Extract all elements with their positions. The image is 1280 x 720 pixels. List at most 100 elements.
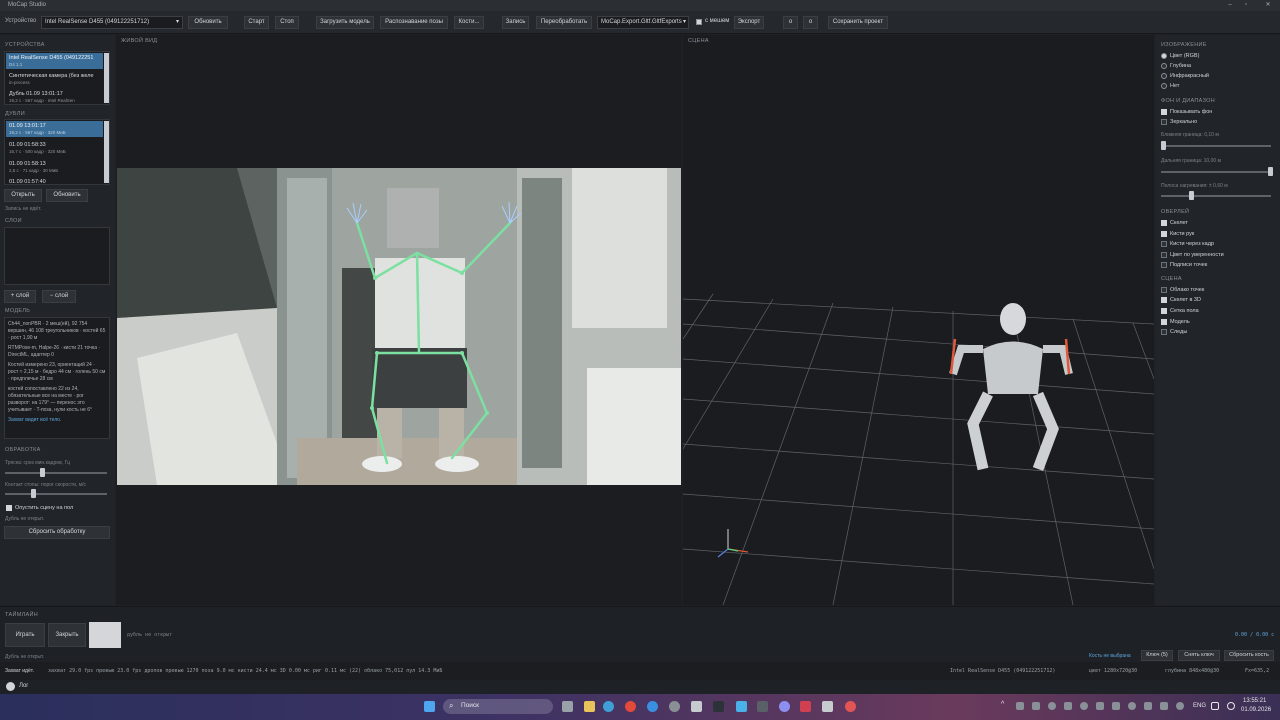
browser-icon[interactable]: [647, 701, 658, 712]
log-bar[interactable]: Лог: [0, 680, 1280, 694]
remove-layer-button[interactable]: − слой: [42, 290, 76, 303]
band-slider-thumb[interactable]: [1189, 191, 1194, 200]
devices-scrollbar[interactable]: [104, 53, 109, 103]
image-rgb-radio[interactable]: [1161, 53, 1167, 59]
minimize-icon[interactable]: –: [1222, 0, 1238, 11]
scene-grid-checkbox[interactable]: [1161, 308, 1167, 314]
refresh-takes-button[interactable]: Обновить: [46, 189, 88, 202]
mocap-studio-icon[interactable]: [845, 701, 856, 712]
tray-icon[interactable]: [1144, 702, 1152, 710]
slider2-track[interactable]: [5, 493, 107, 495]
near-slider-track[interactable]: [1161, 145, 1271, 147]
edge-icon[interactable]: [603, 701, 614, 712]
tray-icon[interactable]: [1048, 702, 1056, 710]
explorer-icon[interactable]: [584, 701, 595, 712]
overlay-confidence-checkbox[interactable]: [1161, 252, 1167, 258]
start-button[interactable]: Старт: [244, 16, 269, 29]
close-take-button[interactable]: Закрыть: [48, 623, 86, 647]
overlay-point-labels-checkbox[interactable]: [1161, 262, 1167, 268]
tray-icon[interactable]: [1096, 702, 1104, 710]
list-item[interactable]: 01.09 01:57:40: [6, 177, 103, 185]
tray-icon[interactable]: [1032, 702, 1040, 710]
near-slider-thumb[interactable]: [1161, 141, 1166, 150]
image-none-radio[interactable]: [1161, 83, 1167, 89]
layers-list[interactable]: [4, 227, 110, 285]
image-depth-radio[interactable]: [1161, 63, 1167, 69]
open-take-button[interactable]: Открыть: [4, 189, 42, 202]
overlay-skeleton-checkbox[interactable]: [1161, 220, 1167, 226]
scene-model-checkbox[interactable]: [1161, 319, 1167, 325]
terminal-icon[interactable]: [713, 701, 724, 712]
chrome-icon[interactable]: [625, 701, 636, 712]
app-icon[interactable]: [691, 701, 702, 712]
list-item[interactable]: Дубль 01.09 13:01:17 19,2 с · 567 кадр ·…: [6, 89, 103, 105]
reset-bone-button[interactable]: Сбросить кость: [1224, 650, 1274, 661]
show-bg-checkbox[interactable]: [1161, 109, 1167, 115]
task-view-icon[interactable]: [562, 701, 573, 712]
app-icon[interactable]: [822, 701, 833, 712]
add-layer-button[interactable]: + слой: [4, 290, 36, 303]
app-icon[interactable]: [736, 701, 747, 712]
image-ir-radio[interactable]: [1161, 73, 1167, 79]
takes-list[interactable]: 01.09 13:01:17 19,2 с · 567 кадр · 320 М…: [4, 119, 110, 185]
tray-icon[interactable]: [1128, 702, 1136, 710]
wifi-icon[interactable]: [1211, 702, 1219, 710]
maximize-icon[interactable]: ▫: [1238, 0, 1254, 11]
list-item[interactable]: 01.09 01:58:33 16,7 с · 500 кадр · 320 М…: [6, 140, 103, 156]
scene-pointcloud-checkbox[interactable]: [1161, 287, 1167, 293]
language-indicator[interactable]: ENG: [1193, 703, 1206, 709]
scene-skeleton3d-checkbox[interactable]: [1161, 297, 1167, 303]
devices-list[interactable]: Intel RealSense D455 (049122251 D4 1.1 С…: [4, 51, 110, 105]
app-icon[interactable]: [800, 701, 811, 712]
reprocess-button[interactable]: Переобработать: [536, 16, 592, 29]
device-select[interactable]: Intel RealSense D455 (049122251712) ▾: [41, 16, 183, 29]
list-item[interactable]: Intel RealSense D455 (049122251 D4 1.1: [6, 53, 103, 69]
export-format-select[interactable]: MoCap.Export.Gltf.GltfExports ▾: [597, 16, 689, 29]
scene-trails-checkbox[interactable]: [1161, 329, 1167, 335]
refresh-devices-button[interactable]: Обновить: [188, 16, 228, 29]
app-icon[interactable]: [669, 701, 680, 712]
snap-floor-checkbox[interactable]: [6, 505, 12, 511]
takes-scrollbar[interactable]: [104, 121, 109, 183]
remove-key-button[interactable]: Снять ключ: [1178, 650, 1220, 661]
band-slider-track[interactable]: [1161, 195, 1271, 197]
export-button[interactable]: Экспорт: [734, 16, 764, 29]
slider2-thumb[interactable]: [31, 489, 36, 498]
slider1-track[interactable]: [5, 472, 107, 474]
extra-button-1[interactable]: о: [783, 16, 798, 29]
far-slider-track[interactable]: [1161, 171, 1271, 173]
bones-button[interactable]: Кости...: [454, 16, 484, 29]
live-camera-feed[interactable]: [117, 168, 681, 485]
reset-processing-button[interactable]: Сбросить обработку: [4, 526, 110, 539]
tray-icon[interactable]: [1080, 702, 1088, 710]
far-slider-thumb[interactable]: [1268, 167, 1273, 176]
slider1-thumb[interactable]: [40, 468, 45, 477]
overlay-hands-alt-checkbox[interactable]: [1161, 241, 1167, 247]
tray-icon[interactable]: [1160, 702, 1168, 710]
app-icon[interactable]: [779, 701, 790, 712]
load-model-button[interactable]: Загрузить модель: [316, 16, 374, 29]
close-icon[interactable]: ✕: [1260, 0, 1276, 11]
log-toggle-icon[interactable]: [6, 682, 15, 691]
tray-chevron-icon[interactable]: ^: [1001, 701, 1004, 708]
clock-date[interactable]: 01.09.2026: [1241, 707, 1271, 713]
pose-recognition-button[interactable]: Распознавание позы: [380, 16, 448, 29]
clock-time[interactable]: 13:55:21: [1243, 698, 1266, 704]
with-mesh-checkbox[interactable]: [696, 19, 702, 25]
volume-icon[interactable]: [1227, 702, 1235, 710]
list-item[interactable]: Синтетическая камера (без желе in-proces…: [6, 71, 103, 87]
play-button[interactable]: Играть: [5, 623, 45, 647]
app-icon[interactable]: [757, 701, 768, 712]
list-item[interactable]: 01.09 01:58:13 2,5 с · 71 кадр · 30 МиБ: [6, 159, 103, 175]
taskbar-search[interactable]: ⌕ Поиск: [443, 699, 553, 714]
tray-icon[interactable]: [1176, 702, 1184, 710]
tray-icon[interactable]: [1112, 702, 1120, 710]
keys-button[interactable]: Ключ (5): [1141, 650, 1173, 661]
list-item[interactable]: 01.09 13:01:17 19,2 с · 567 кадр · 320 М…: [6, 121, 103, 137]
overlay-hands-checkbox[interactable]: [1161, 231, 1167, 237]
mirror-checkbox[interactable]: [1161, 119, 1167, 125]
extra-button-2[interactable]: о: [803, 16, 818, 29]
record-button[interactable]: Запись: [502, 16, 529, 29]
save-project-button[interactable]: Сохранить проект: [828, 16, 888, 29]
stop-button[interactable]: Стоп: [275, 16, 299, 29]
